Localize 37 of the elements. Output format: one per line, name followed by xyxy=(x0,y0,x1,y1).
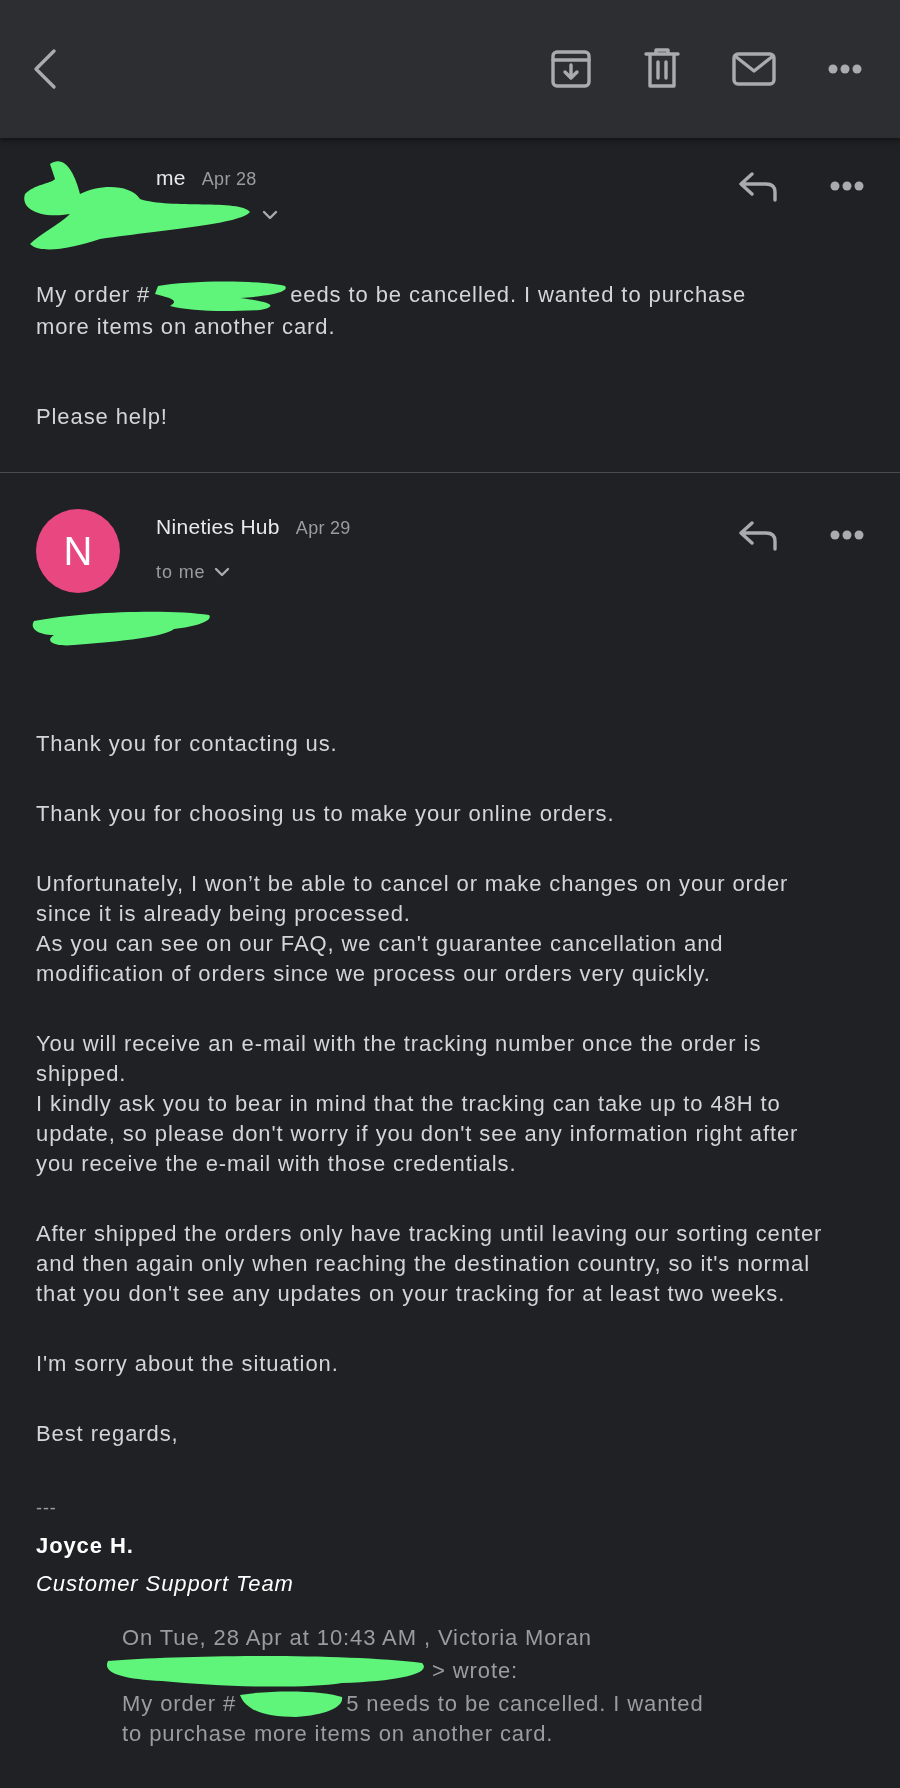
archive-icon[interactable] xyxy=(550,48,592,90)
body-text: My order # xyxy=(36,281,151,309)
chevron-down-icon[interactable] xyxy=(213,567,230,577)
body-text: Thank you for choosing us to make your online orders. xyxy=(36,800,616,828)
quote-text: 5 needs to be cancelled. I wanted xyxy=(346,1690,704,1718)
body-text: After shipped the orders only have tracking until leaving our sorting center and then again only when reaching the destination country, so it's normal that you don't see any updates on your tracking for at least two weeks. xyxy=(36,1220,824,1308)
quote-text: My order # xyxy=(122,1690,237,1718)
sender-name: me xyxy=(156,165,186,191)
mail-icon[interactable] xyxy=(732,52,776,86)
signature-rule: --- xyxy=(36,1497,58,1520)
avatar: N xyxy=(36,509,120,593)
body-text: Please help! xyxy=(36,403,169,431)
body-text: I'm sorry about the situation. xyxy=(36,1350,340,1378)
body-text: Best regards, xyxy=(36,1420,180,1448)
body-text: I kindly ask you to bear in mind that the tracking can take up to 48H to update, so please don't worry if you don't see any information right after you receive the e-mail with those credentials. xyxy=(36,1090,800,1178)
trash-icon[interactable] xyxy=(644,48,680,90)
quote-text: to purchase more items on another card. xyxy=(122,1720,555,1748)
reply-icon[interactable] xyxy=(738,519,778,551)
signature-team: Customer Support Team xyxy=(36,1570,295,1598)
chevron-down-icon[interactable] xyxy=(262,209,278,220)
reply-icon[interactable] xyxy=(738,170,778,202)
body-text: Unfortunately, I won’t be able to cancel or make changes on your order since it is already being processed. xyxy=(36,870,790,928)
quote-header: On Tue, 28 Apr at 10:43 AM , Victoria Moran xyxy=(122,1624,593,1652)
more-icon[interactable] xyxy=(830,181,864,191)
message-date: Apr 29 xyxy=(295,517,351,540)
body-text: As you can see on our FAQ, we can't guarantee cancellation and modification of orders since we process our orders very quickly. xyxy=(36,930,725,988)
message-date: Apr 28 xyxy=(201,168,257,191)
sender-name: Nineties Hub xyxy=(156,514,280,540)
body-text: eeds to be cancelled. I wanted to purchase xyxy=(290,281,747,309)
quote-text: > wrote: xyxy=(432,1657,519,1685)
recipient-label: to me xyxy=(156,560,206,584)
body-text: You will receive an e-mail with the tracking number once the order is shipped. xyxy=(36,1030,763,1088)
body-text: Thank you for contacting us. xyxy=(36,730,339,758)
signature-name: Joyce H. xyxy=(36,1532,135,1560)
body-text: more items on another card. xyxy=(36,313,337,341)
more-icon[interactable] xyxy=(830,530,864,540)
more-icon[interactable] xyxy=(828,64,862,74)
